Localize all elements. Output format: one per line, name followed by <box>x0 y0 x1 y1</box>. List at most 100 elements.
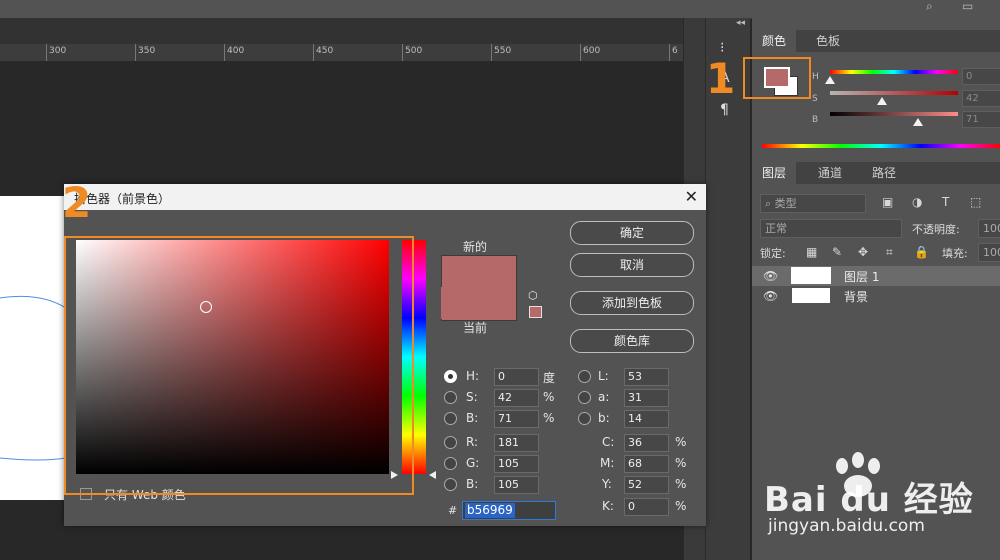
image-filter-icon[interactable]: ▣ <box>882 195 893 209</box>
ruler-label: 6 <box>672 46 678 56</box>
input-g[interactable]: 105 <box>494 455 539 473</box>
cube-warning-icon[interactable]: ⬡ <box>528 289 538 302</box>
field-label-c: C: <box>602 435 615 449</box>
ruler-label: 450 <box>316 46 334 56</box>
annotation-box-1 <box>743 57 811 99</box>
saturation-value[interactable]: 42 <box>962 90 1000 107</box>
input-l[interactable]: 53 <box>624 368 669 386</box>
input-a[interactable]: 31 <box>624 389 669 407</box>
input-y[interactable]: 52 <box>624 476 669 494</box>
layer-row[interactable]: 👁 图层 1 <box>752 266 1000 286</box>
radio-l[interactable] <box>578 370 591 383</box>
input-c[interactable]: 36 <box>624 434 669 452</box>
type-filter-icon[interactable]: T <box>942 195 949 209</box>
hex-input[interactable]: b56969 <box>462 501 556 520</box>
layer-filter-select[interactable]: ⌕ 类型 <box>760 194 866 213</box>
baidu-watermark: Bai du 经验 jingyan.baidu.com <box>760 452 1000 560</box>
ruler-label: 500 <box>405 46 423 56</box>
blue-curve-path <box>0 295 66 461</box>
document-canvas[interactable] <box>0 196 66 500</box>
layer-name[interactable]: 图层 1 <box>844 268 879 285</box>
input-b[interactable]: 71 <box>494 410 539 428</box>
input-h[interactable]: 0 <box>494 368 539 386</box>
slider-label-s: S <box>812 94 818 104</box>
radio-lab-b[interactable] <box>578 412 591 425</box>
annotation-box-2 <box>64 236 414 495</box>
input-blue[interactable]: 105 <box>494 476 539 494</box>
brightness-value[interactable]: 71 <box>962 111 1000 128</box>
opacity-input[interactable]: 100 <box>978 219 1000 238</box>
layer-filter-label: 类型 <box>774 197 797 210</box>
lock-all-icon[interactable]: 🔒 <box>914 245 929 259</box>
visibility-eye-icon[interactable]: 👁 <box>763 289 778 303</box>
workspace-icon[interactable]: ▭ <box>962 0 978 12</box>
cancel-button[interactable]: 取消 <box>570 253 694 277</box>
hue-slider-right-arrow[interactable] <box>429 471 436 479</box>
brightness-slider-thumb[interactable] <box>913 118 923 126</box>
add-to-swatches-button[interactable]: 添加到色板 <box>570 291 694 315</box>
visibility-eye-icon[interactable]: 👁 <box>763 269 778 283</box>
hue-slider[interactable] <box>830 70 958 74</box>
saturation-slider-thumb[interactable] <box>877 97 887 105</box>
unit-percent: % <box>543 411 555 425</box>
radio-r[interactable] <box>444 436 457 449</box>
color-ramp[interactable] <box>762 144 1000 148</box>
web-safe-swatch[interactable] <box>529 306 542 318</box>
ruler-label: 550 <box>494 46 512 56</box>
lock-label: 锁定: <box>760 247 786 260</box>
unit-percent: % <box>675 435 687 449</box>
brightness-slider[interactable] <box>830 112 958 116</box>
saturation-slider[interactable] <box>830 91 958 95</box>
input-m[interactable]: 68 <box>624 455 669 473</box>
tab-color[interactable]: 颜色 <box>752 30 797 52</box>
search-icon[interactable]: ⌕ <box>926 0 942 12</box>
input-s[interactable]: 42 <box>494 389 539 407</box>
layer-row[interactable]: 👁 背景 <box>752 286 1000 306</box>
input-lab-b[interactable]: 14 <box>624 410 669 428</box>
blend-mode-select[interactable]: 正常 <box>760 219 902 238</box>
input-k[interactable]: 0 <box>624 498 669 516</box>
tab-channels[interactable]: 通道 <box>808 162 852 184</box>
field-label-h: H: <box>466 369 480 383</box>
lock-artboard-icon[interactable]: ⌗ <box>886 245 893 260</box>
tab-swatches[interactable]: 色板 <box>806 30 850 52</box>
field-label-r: R: <box>466 435 479 449</box>
dialog-title-bar[interactable]: 拾色器（前景色） ✕ <box>64 184 706 210</box>
radio-s[interactable] <box>444 391 457 404</box>
field-label-a: a: <box>598 390 610 404</box>
field-label-s: S: <box>466 390 478 404</box>
lock-transparent-icon[interactable]: ▦ <box>806 245 817 259</box>
ok-button[interactable]: 确定 <box>570 221 694 245</box>
shape-filter-icon[interactable]: ⬚ <box>970 195 981 209</box>
ruler-label: 300 <box>49 46 67 56</box>
adjustment-filter-icon[interactable]: ◑ <box>912 195 922 209</box>
current-color-swatch[interactable] <box>441 287 515 319</box>
lock-position-icon[interactable]: ✥ <box>858 245 868 259</box>
opacity-label: 不透明度: <box>912 223 960 236</box>
fill-input[interactable]: 100 <box>978 243 1000 262</box>
field-label-m: M: <box>600 456 615 470</box>
layers-panel-tabs: 图层 通道 路径 <box>752 162 1000 184</box>
tab-layers[interactable]: 图层 <box>752 162 797 184</box>
input-r[interactable]: 181 <box>494 434 539 452</box>
close-icon[interactable]: ✕ <box>685 187 698 206</box>
radio-g[interactable] <box>444 457 457 470</box>
application-bar: ⌕ ▭ <box>0 0 1000 19</box>
slider-label-b: B <box>812 115 819 125</box>
paragraph-icon[interactable]: ¶ <box>720 102 729 118</box>
collapse-icon[interactable]: ◂◂ <box>736 18 745 28</box>
color-libraries-button[interactable]: 颜色库 <box>570 329 694 353</box>
field-label-g: G: <box>466 456 480 470</box>
hue-slider-thumb[interactable] <box>825 76 835 84</box>
layer-name[interactable]: 背景 <box>844 288 868 305</box>
radio-h[interactable] <box>444 370 457 383</box>
radio-blue[interactable] <box>444 478 457 491</box>
ruler-label: 400 <box>227 46 245 56</box>
tab-paths[interactable]: 路径 <box>862 162 906 184</box>
lock-image-icon[interactable]: ✎ <box>832 245 842 259</box>
hue-value[interactable]: 0 <box>962 68 1000 85</box>
radio-b[interactable] <box>444 412 457 425</box>
radio-a[interactable] <box>578 391 591 404</box>
unit-degree: 度 <box>543 371 556 385</box>
field-label-l: L: <box>598 369 609 383</box>
